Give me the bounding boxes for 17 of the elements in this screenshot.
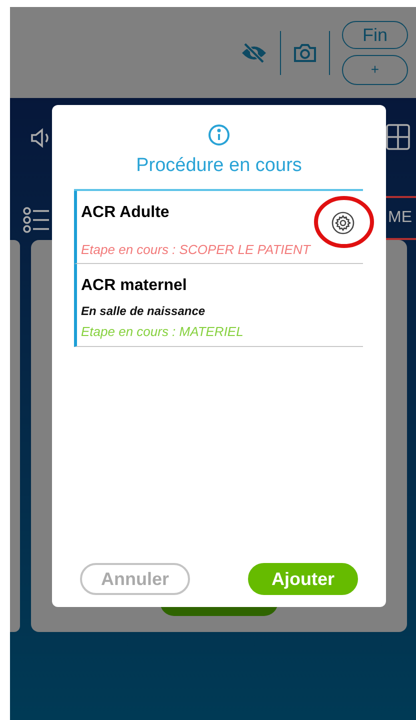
info-icon bbox=[208, 124, 230, 146]
procedure-title: ACR Adulte bbox=[81, 202, 170, 222]
procedure-item[interactable]: ACR maternel En salle de naissance Etape en cours : MATERIEL bbox=[74, 264, 363, 346]
add-button[interactable]: + bbox=[342, 54, 408, 84]
gear-icon[interactable] bbox=[331, 210, 355, 234]
procedure-step: Etape en cours : SCOPER LE PATIENT bbox=[81, 240, 363, 259]
dialog-title: Procédure en cours bbox=[136, 154, 302, 178]
end-button[interactable]: Fin bbox=[342, 20, 408, 48]
add-button[interactable]: Ajouter bbox=[248, 563, 358, 595]
procedure-location: En salle de naissance bbox=[81, 303, 206, 320]
procedure-item[interactable]: ACR Adulte Etape en cours : SCOPER LE PATIENT bbox=[74, 190, 363, 264]
checklist-icon[interactable] bbox=[22, 206, 50, 234]
procedure-step: Etape en cours : MATERIEL bbox=[81, 322, 363, 342]
procedure-title: ACR maternel bbox=[81, 276, 187, 296]
camera-icon[interactable] bbox=[293, 42, 317, 62]
eye-off-icon[interactable] bbox=[240, 42, 268, 64]
cancel-button[interactable]: Annuler bbox=[80, 563, 190, 595]
